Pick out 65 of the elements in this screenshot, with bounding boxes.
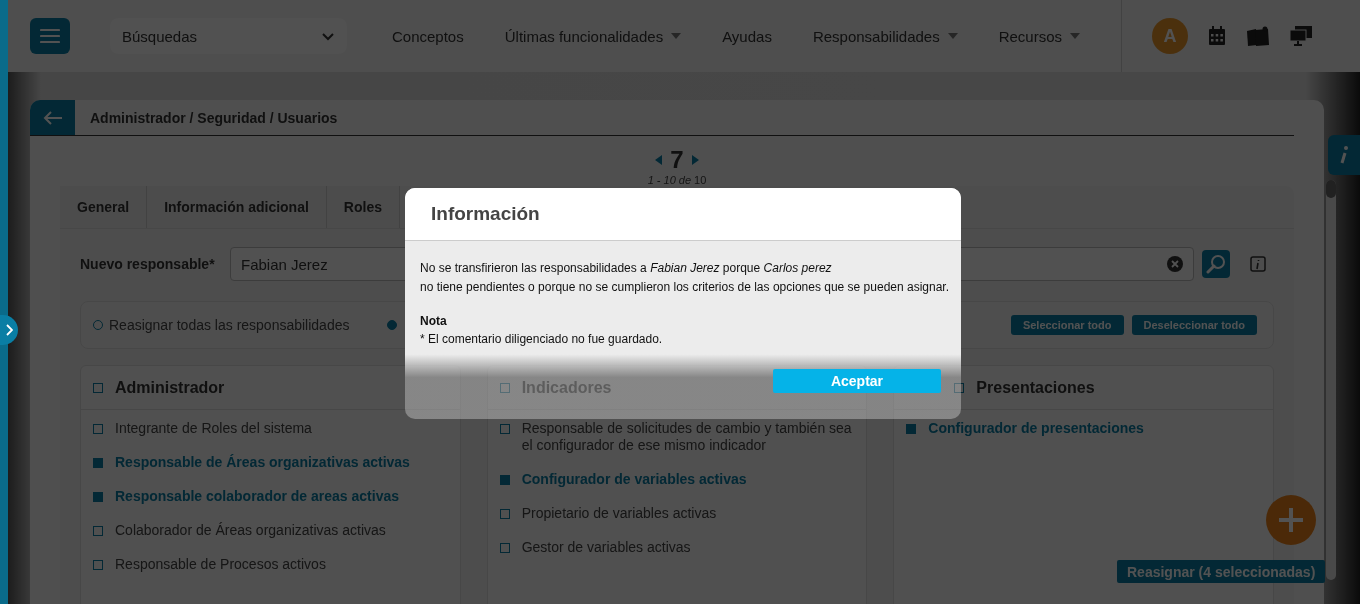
breadcrumb: Administrador / Seguridad / Usuarios [90,109,338,126]
checkbox-label[interactable]: Integrante de Roles del sistema [115,420,312,437]
group-title: Administrador [115,378,225,397]
accept-button[interactable]: Aceptar [773,369,941,393]
monitor-icon[interactable] [1290,26,1313,46]
avatar[interactable]: A [1152,18,1189,54]
dialog-title: Información [431,203,540,225]
info-icon[interactable] [1250,256,1266,272]
checkbox[interactable] [499,475,510,485]
checkbox[interactable] [93,560,103,570]
message-text: no tiene pendientes o porque no se cumplieron los criterios de las opciones que se pueden asignar. [420,280,947,294]
nav-link[interactable]: Recursos [998,27,1063,45]
checkbox[interactable] [93,526,103,536]
info-icon [1339,145,1349,165]
nav-link[interactable]: Últimas funcionalidades [504,27,664,45]
select-button[interactable]: Deseleccionar todo [1131,315,1257,335]
reassign-button[interactable]: Reasignar (4 seleccionadas) [1117,560,1326,583]
menu-icon [40,28,60,44]
checkbox-label[interactable]: Responsable colaborador de areas activas [115,488,399,505]
plus-icon [1277,506,1305,534]
checkbox[interactable] [93,382,103,393]
checkbox[interactable] [93,458,103,468]
back-button[interactable] [30,100,75,135]
checkbox-label[interactable]: Colaborador de Áreas organizativas activas [115,522,386,539]
page-number: 7 [670,148,684,172]
dropdown-icon[interactable] [947,33,958,39]
checkbox-label[interactable]: Responsable de solicitudes de cambio y también sea el configurador de ese mismo indicador [521,420,855,454]
dropdown-icon[interactable] [1070,33,1081,39]
notes-icon[interactable] [1246,26,1271,46]
checkbox-label[interactable]: Responsable de Procesos activos [115,556,326,573]
scrollbar[interactable] [1326,180,1336,580]
group-title: Presentaciones [976,378,1095,397]
note-text: * El comentario diligenciado no fue guardado. [420,332,664,346]
checkbox[interactable] [499,509,510,519]
clear-icon[interactable] [1167,256,1183,272]
calendar-icon[interactable] [1208,26,1227,46]
checkbox[interactable] [93,492,103,502]
search-button[interactable] [1202,250,1230,278]
checkbox[interactable] [93,424,103,434]
nav-link[interactable]: Ayudas [722,27,772,45]
dropdown-icon[interactable] [671,33,682,39]
radio-button[interactable] [387,320,398,330]
checkbox[interactable] [499,543,510,553]
previous-icon[interactable] [655,155,663,165]
checkbox-label[interactable]: Configurador de variables activas [521,471,747,488]
checkbox-label[interactable]: Gestor de variables activas [521,539,691,556]
radio-label[interactable]: Reasignar todas las responsabilidades [109,317,350,333]
next-icon[interactable] [691,155,699,165]
checkbox[interactable] [906,424,917,434]
checkbox-label[interactable]: Responsable de Áreas organizativas activas [115,454,410,471]
nav-link[interactable]: Conceptos [392,27,464,45]
chevron-down-icon [321,31,335,41]
field-label: Nuevo responsable* [80,256,216,272]
select-button[interactable]: Seleccionar todo [1010,315,1124,335]
info-tab[interactable] [1328,135,1360,175]
checkbox-label[interactable]: Configurador de presentaciones [928,420,1144,437]
back-arrow-icon [42,109,63,126]
expand-tab[interactable] [0,315,18,345]
message-text: No se transfirieron las responsabilidades a Fabian Jerez porque Carlos perez [420,261,833,275]
checkbox[interactable] [499,424,510,434]
menu-button[interactable] [30,18,70,54]
checkbox-label[interactable]: Propietario de variables activas [521,505,717,522]
chevron-right-icon [5,324,13,336]
nav-link[interactable]: Responsabilidades [812,27,940,45]
note-title: Nota [420,314,448,328]
